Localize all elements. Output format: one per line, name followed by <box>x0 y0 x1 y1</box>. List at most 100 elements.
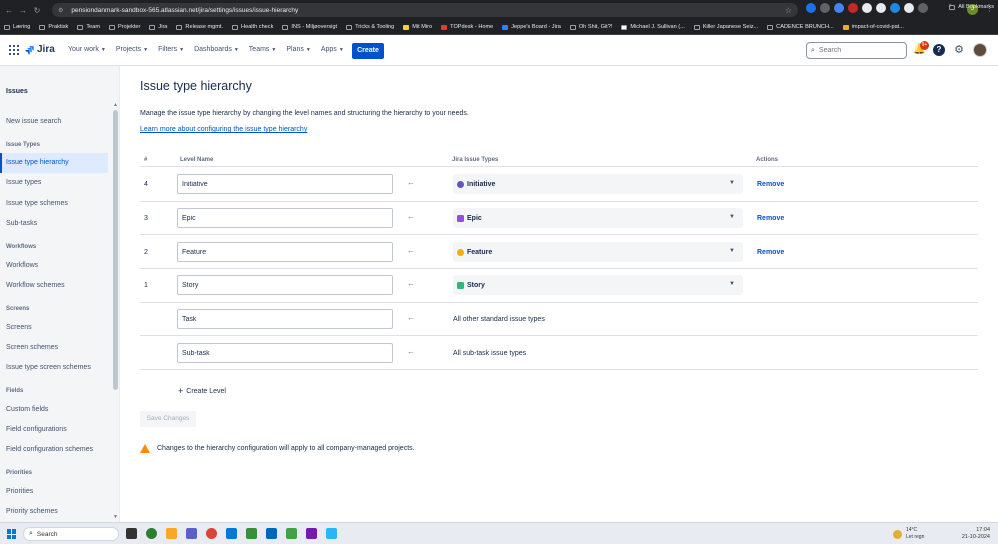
forward-icon[interactable]: → <box>18 6 28 15</box>
bookmark-item[interactable]: Health check <box>232 24 273 30</box>
nav-teams[interactable]: Teams ▼ <box>249 46 277 53</box>
issue-type-select[interactable]: Initiative ▼ <box>453 174 743 194</box>
create-button[interactable]: Create <box>352 43 384 59</box>
notepad-icon[interactable] <box>246 528 257 539</box>
bookmark-item[interactable]: Praktisk <box>39 24 68 30</box>
nav-your-work[interactable]: Your work ▼ <box>68 46 106 53</box>
sidebar-item-workflow-schemes[interactable]: Workflow schemes <box>6 282 65 289</box>
sidebar-scrollbar[interactable] <box>113 110 118 390</box>
issue-type-select[interactable]: Feature ▼ <box>453 242 743 262</box>
nav-apps[interactable]: Apps ▼ <box>321 46 344 53</box>
create-level-button[interactable]: + Create Level <box>178 386 226 396</box>
level-name-input[interactable] <box>177 208 393 228</box>
extension-icon[interactable] <box>820 3 830 13</box>
sidebar-item-issue-type-screen-schemes[interactable]: Issue type screen schemes <box>6 364 91 371</box>
nav-plans[interactable]: Plans ▼ <box>286 46 310 53</box>
sidebar-item-priorities[interactable]: Priorities <box>6 488 33 495</box>
onenote-icon[interactable] <box>306 528 317 539</box>
search-input[interactable] <box>818 47 899 54</box>
bookmark-item[interactable]: Jira <box>149 24 167 30</box>
all-bookmarks[interactable]: All Bookmarks <box>949 4 994 10</box>
extension-icon[interactable] <box>876 3 886 13</box>
sidebar-item-screen-schemes[interactable]: Screen schemes <box>6 344 58 351</box>
bookmark-item[interactable]: Killer Japanese Seiz... <box>693 24 758 30</box>
sidebar-item-issue-types[interactable]: Issue types <box>6 179 41 186</box>
level-name-input[interactable] <box>177 343 393 363</box>
sidebar-item-custom-fields[interactable]: Custom fields <box>6 406 48 413</box>
bookmark-item[interactable]: Release mgmt. <box>176 24 223 30</box>
sidebar-item-issue-type-schemes[interactable]: Issue type schemes <box>6 200 68 207</box>
bookmark-item[interactable]: impact-of-covid-pat... <box>842 24 904 30</box>
taskbar-search[interactable]: ⌕ Search <box>23 527 119 541</box>
issue-type-select[interactable]: Story ▼ <box>453 275 743 295</box>
taskbar-clock[interactable]: 17:04 21-10-2024 <box>958 527 990 541</box>
teams-icon[interactable] <box>186 528 197 539</box>
extension-icon[interactable] <box>862 3 872 13</box>
bookmark-item[interactable]: Læring <box>4 24 30 30</box>
edge-icon[interactable] <box>146 528 157 539</box>
back-icon[interactable]: ← <box>4 6 14 15</box>
level-name-input[interactable] <box>177 309 393 329</box>
extensions-puzzle-icon[interactable] <box>918 3 928 13</box>
address-bar[interactable]: ⚙ pensiondanmark-sandbox-565.atlassian.n… <box>52 3 798 17</box>
sidebar-item-new-issue-search[interactable]: New issue search <box>6 118 61 125</box>
column-header-level-name: Level Name <box>180 157 214 163</box>
remove-level-button[interactable]: Remove <box>757 215 784 222</box>
extension-icon[interactable] <box>834 3 844 13</box>
level-name-input[interactable] <box>177 242 393 262</box>
level-name-input[interactable] <box>177 275 393 295</box>
app-icon[interactable] <box>326 528 337 539</box>
bookmark-star-icon[interactable]: ☆ <box>785 6 792 15</box>
bookmark-item[interactable]: Projekter <box>109 24 140 30</box>
bookmark-item[interactable]: Oh Shit, Git?! <box>569 24 612 30</box>
issue-type-select[interactable]: Epic ▼ <box>453 208 743 228</box>
page-icon <box>569 24 576 30</box>
extension-icon[interactable] <box>904 3 914 13</box>
user-avatar[interactable] <box>973 43 987 57</box>
bookmark-item[interactable]: Mit Miro <box>403 24 432 30</box>
bookmark-item[interactable]: Tricks & Tooling <box>346 24 394 30</box>
learn-more-link[interactable]: Learn more about configuring the issue t… <box>140 126 307 133</box>
extension-icon[interactable] <box>848 3 858 13</box>
bookmark-item[interactable]: Michael J. Sullivan (... <box>621 24 685 30</box>
reload-icon[interactable]: ↻ <box>32 6 42 15</box>
bookmark-item[interactable]: Team <box>77 24 100 30</box>
level-name-input[interactable] <box>177 174 393 194</box>
outlook-icon[interactable] <box>226 528 237 539</box>
bookmark-item[interactable]: INS - Miljøoversigt <box>282 24 337 30</box>
remove-level-button[interactable]: Remove <box>757 249 784 256</box>
app-icon[interactable] <box>286 528 297 539</box>
weather-widget[interactable]: 14°C Let regn <box>893 527 924 541</box>
sidebar-item-screens[interactable]: Screens <box>6 324 32 331</box>
bookmark-item[interactable]: TOPdesk - Home <box>441 24 493 30</box>
chrome-icon[interactable] <box>206 528 217 539</box>
warning-icon <box>140 444 150 453</box>
windows-start-icon[interactable] <box>7 529 17 539</box>
vscode-icon[interactable] <box>266 528 277 539</box>
help-icon[interactable]: ? <box>933 44 945 56</box>
remove-level-button[interactable]: Remove <box>757 181 784 188</box>
extension-icon[interactable] <box>890 3 900 13</box>
bookmark-item[interactable]: Jeppe's Board - Jira <box>502 24 561 30</box>
sidebar-item-workflows[interactable]: Workflows <box>6 262 38 269</box>
nav-dashboards[interactable]: Dashboards ▼ <box>194 46 239 53</box>
sidebar-item-field-configurations[interactable]: Field configurations <box>6 426 67 433</box>
nav-filters[interactable]: Filters ▼ <box>158 46 184 53</box>
sidebar-item-field-configuration-schemes[interactable]: Field configuration schemes <box>6 446 93 453</box>
sidebar-item-sub-tasks[interactable]: Sub-tasks <box>6 220 37 227</box>
search-field[interactable]: ⌕ <box>806 42 907 59</box>
save-changes-button[interactable]: Save Changes <box>140 411 196 427</box>
jira-logo[interactable]: Jira <box>25 44 55 55</box>
extension-icon[interactable] <box>806 3 816 13</box>
scroll-up-arrow-icon[interactable]: ▲ <box>113 102 118 108</box>
sidebar-item-priority-schemes[interactable]: Priority schemes <box>6 508 58 515</box>
site-info-icon[interactable]: ⚙ <box>58 7 63 14</box>
folder-icon <box>149 24 156 30</box>
bookmark-item[interactable]: CADENCE BRUNCH... <box>767 24 834 30</box>
nav-projects[interactable]: Projects ▼ <box>116 46 148 53</box>
scroll-down-arrow-icon[interactable]: ▼ <box>113 514 118 520</box>
task-view-icon[interactable] <box>126 528 137 539</box>
settings-gear-icon[interactable]: ⚙ <box>953 44 965 56</box>
app-switcher-icon[interactable] <box>9 45 19 55</box>
file-explorer-icon[interactable] <box>166 528 177 539</box>
